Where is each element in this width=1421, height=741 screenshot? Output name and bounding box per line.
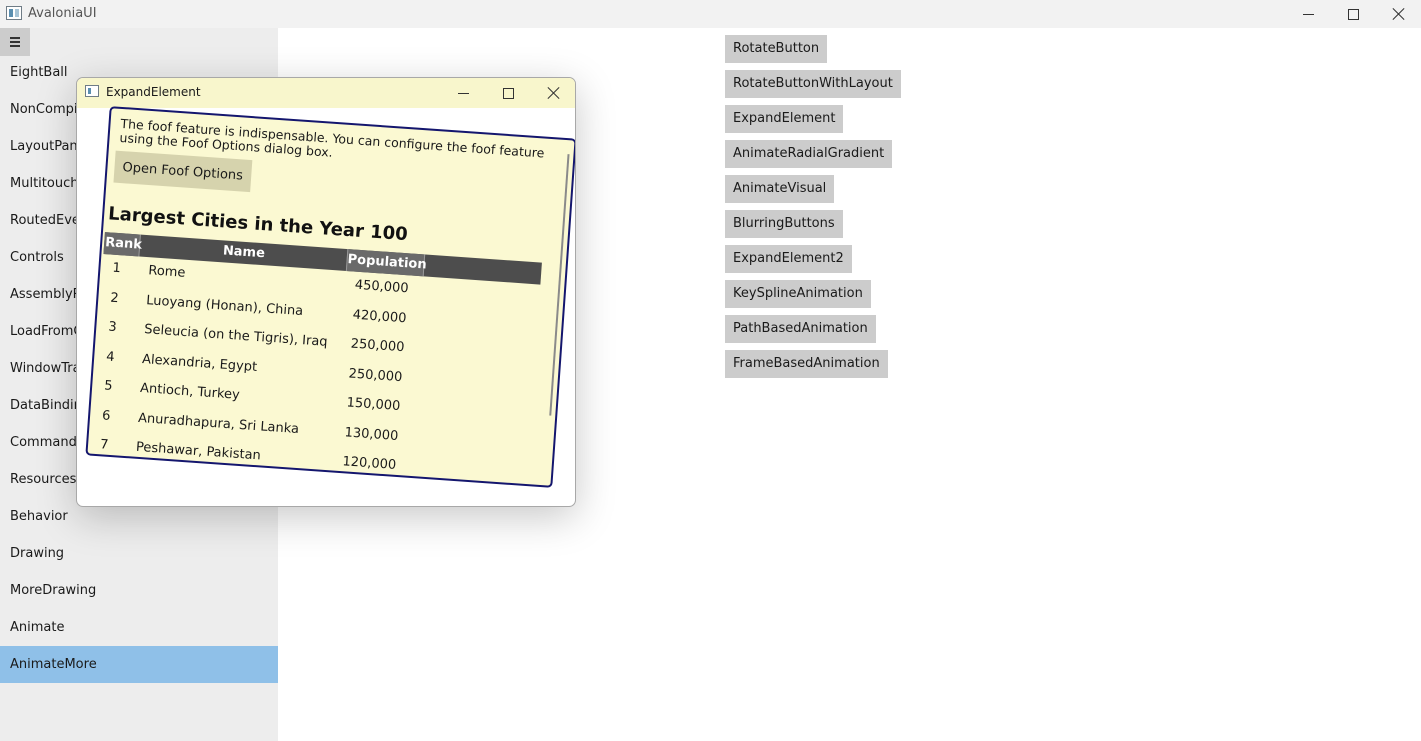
hamburger-line — [10, 41, 20, 43]
path-based-animation-button[interactable]: PathBasedAnimation — [725, 315, 876, 343]
cell-population: 420,000 — [352, 307, 407, 326]
hamburger-line — [10, 45, 20, 47]
sidebar-item-animate[interactable]: Animate — [0, 609, 278, 646]
cell-name: Peshawar, Pakistan — [135, 439, 262, 464]
cell-population: 120,000 — [342, 454, 397, 473]
cell-population: 450,000 — [354, 277, 410, 297]
cell-rank: 5 — [103, 378, 114, 394]
cell-rank: 6 — [101, 407, 111, 424]
cities-table: Rank Name Population 1 Rome 450,000 2 Lu… — [89, 232, 542, 490]
hamburger-menu-icon — [10, 37, 20, 39]
cell-rank: 4 — [105, 348, 116, 365]
minimize-icon — [1302, 13, 1314, 15]
sidebar-item-animatemore[interactable]: AnimateMore — [0, 646, 278, 683]
close-icon — [1392, 7, 1406, 21]
close-button[interactable] — [1376, 0, 1421, 28]
cell-rank: 1 — [111, 260, 122, 277]
popup-title-bar: ExpandElement — [77, 78, 575, 108]
hamburger-menu-button[interactable] — [0, 28, 30, 56]
minimize-icon — [457, 92, 469, 94]
sidebar-item-drawing[interactable]: Drawing — [0, 535, 278, 572]
app-window-icon — [85, 85, 99, 97]
popup-close-button[interactable] — [531, 78, 575, 108]
cell-population: 130,000 — [344, 424, 399, 444]
minimize-button[interactable] — [1285, 0, 1331, 28]
cell-name: Luoyang (Honan), China — [145, 292, 304, 319]
title-bar: AvaloniaUI — [0, 0, 1421, 28]
rotate-button-with-layout-button[interactable]: RotateButtonWithLayout — [725, 70, 901, 98]
popup-title: ExpandElement — [106, 85, 201, 99]
rotate-button[interactable]: RotateButton — [725, 35, 828, 63]
sidebar-item-moredrawing[interactable]: MoreDrawing — [0, 572, 278, 609]
cell-name: Rome — [147, 263, 186, 281]
popup-maximize-button[interactable] — [485, 78, 531, 108]
cell-population: 150,000 — [346, 395, 401, 415]
blurring-buttons-button[interactable]: BlurringButtons — [725, 210, 843, 238]
window-title: AvaloniaUI — [28, 6, 97, 21]
popup-minimize-button[interactable] — [440, 78, 486, 108]
app-window-icon — [6, 6, 22, 20]
column-header-rank[interactable]: Rank — [103, 232, 142, 257]
close-icon — [547, 86, 561, 100]
animate-visual-button[interactable]: AnimateVisual — [725, 175, 835, 203]
cell-name: Alexandria, Egypt — [141, 351, 258, 375]
cell-name: Seleucia (on the Tigris), Iraq — [143, 322, 329, 350]
cell-name: Anuradhapura, Sri Lanka — [137, 410, 300, 437]
animate-radial-gradient-button[interactable]: AnimateRadialGradient — [725, 140, 893, 168]
cell-rank: 7 — [99, 437, 109, 453]
card-scrollbar[interactable] — [549, 154, 570, 416]
maximize-button[interactable] — [1330, 0, 1376, 28]
expand-element-window: ExpandElement The foof feature is indisp… — [76, 77, 576, 507]
expanded-card: The foof feature is indispensable. You c… — [85, 106, 575, 490]
expand-element-button[interactable]: ExpandElement — [725, 105, 844, 133]
maximize-icon — [502, 87, 514, 99]
cell-population: 250,000 — [350, 336, 405, 356]
expand-element2-button[interactable]: ExpandElement2 — [725, 245, 852, 273]
maximize-icon — [1347, 8, 1359, 20]
cell-population: 250,000 — [348, 365, 403, 385]
cell-rank: 3 — [107, 319, 118, 336]
key-spline-animation-button[interactable]: KeySplineAnimation — [725, 280, 871, 308]
open-foof-options-button[interactable]: Open Foof Options — [113, 150, 253, 193]
frame-based-animation-button[interactable]: FrameBasedAnimation — [725, 350, 888, 378]
cell-name: Antioch, Turkey — [139, 380, 241, 403]
cell-rank: 2 — [109, 290, 120, 306]
